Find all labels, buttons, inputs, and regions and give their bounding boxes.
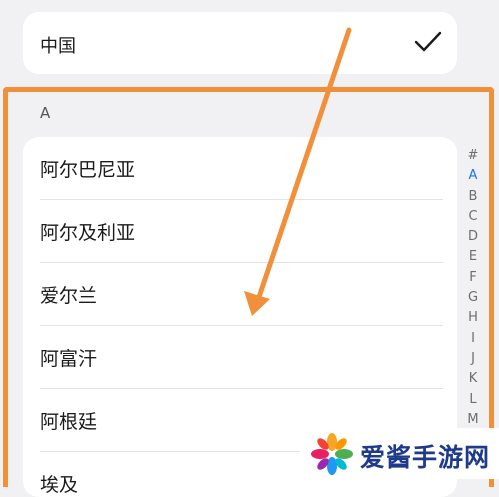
- country-label: 爱尔兰: [40, 285, 98, 307]
- country-item[interactable]: 爱尔兰: [23, 263, 457, 326]
- index-letter[interactable]: F: [463, 268, 483, 288]
- country-label: 阿尔巴尼亚: [40, 159, 136, 181]
- index-letter[interactable]: A: [463, 166, 483, 186]
- country-label: 阿尔及利亚: [40, 222, 136, 244]
- index-letter[interactable]: H: [463, 308, 483, 328]
- index-letter[interactable]: C: [463, 207, 483, 227]
- selected-region-label: 中国: [40, 36, 76, 57]
- watermark-text: 爱酱手游网: [360, 443, 491, 472]
- country-label: 阿根廷: [40, 411, 98, 433]
- index-letter[interactable]: J: [463, 349, 483, 369]
- country-item[interactable]: 阿尔巴尼亚: [23, 137, 457, 200]
- index-letter[interactable]: L: [463, 390, 483, 410]
- country-label: 阿富汗: [40, 348, 98, 370]
- checkmark-icon: [414, 31, 442, 52]
- country-item[interactable]: 阿富汗: [23, 326, 457, 389]
- selected-region-row[interactable]: 中国: [23, 12, 457, 74]
- country-item[interactable]: 阿尔及利亚: [23, 200, 457, 263]
- section-header: A: [40, 104, 51, 122]
- index-letter[interactable]: E: [463, 247, 483, 267]
- index-letter[interactable]: #: [463, 146, 483, 166]
- index-letter[interactable]: D: [463, 227, 483, 247]
- watermark: 爱酱手游网: [300, 428, 499, 479]
- index-letter[interactable]: I: [463, 329, 483, 349]
- index-letter[interactable]: K: [463, 369, 483, 389]
- index-letter[interactable]: G: [463, 288, 483, 308]
- alphabet-index-bar[interactable]: # A B C D E F G H I J K L M: [463, 146, 483, 430]
- index-letter[interactable]: B: [463, 187, 483, 207]
- country-label: 埃及: [40, 474, 79, 496]
- pinwheel-logo-icon: [311, 433, 353, 475]
